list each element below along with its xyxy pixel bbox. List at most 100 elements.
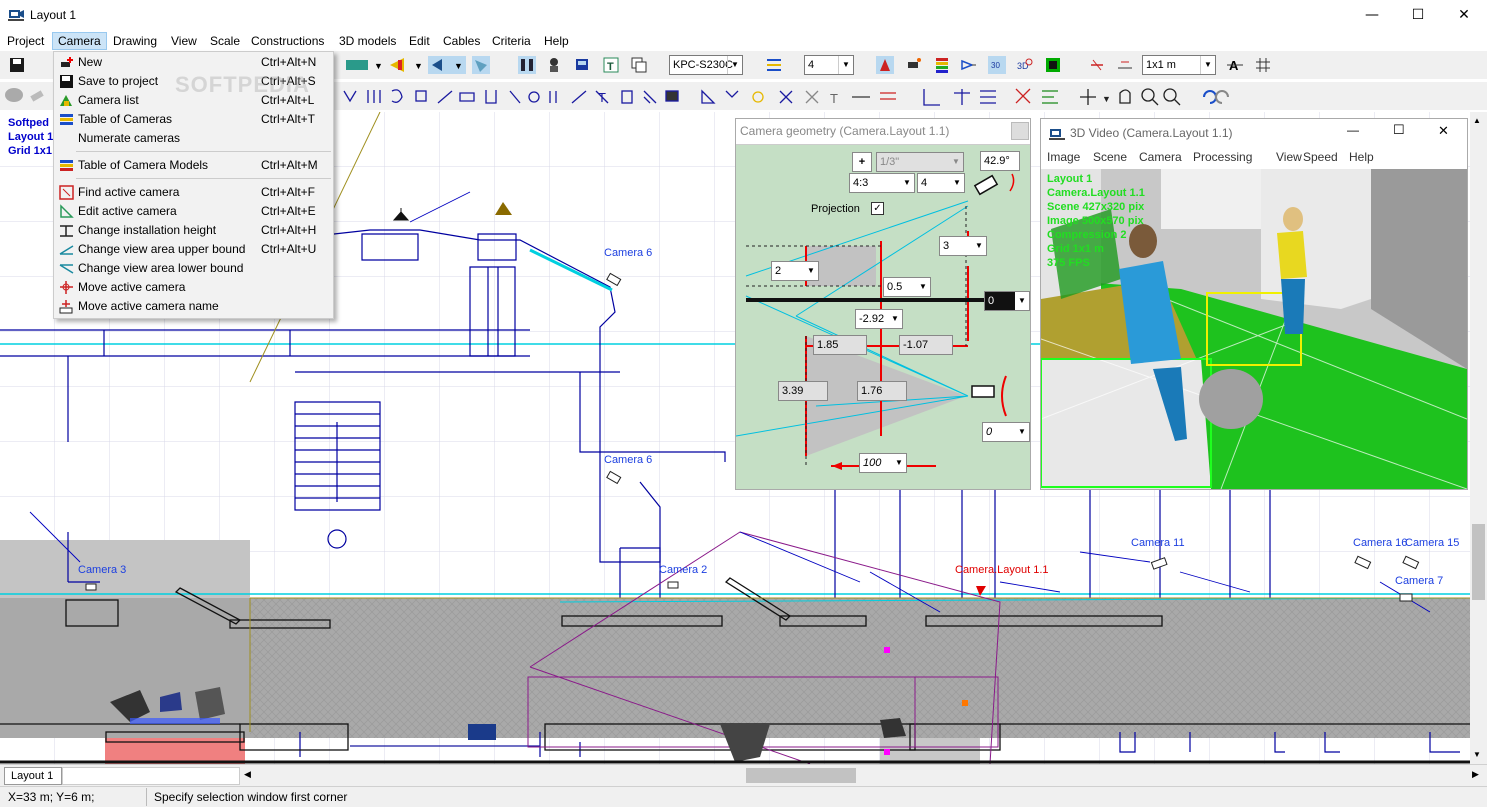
menu-item-change-installation-height[interactable]: Change installation height Ctrl+Alt+H [55, 221, 333, 240]
layer-tool-icon[interactable]: ▼ [344, 56, 384, 74]
menu-view[interactable]: View [166, 33, 202, 51]
distance-176-field[interactable]: 1.76 [857, 381, 907, 401]
menu-drawing[interactable]: Drawing [108, 33, 162, 51]
text-icon[interactable]: T [602, 56, 620, 74]
menu-scale[interactable]: Scale [205, 33, 245, 51]
grid-green-icon[interactable] [1044, 56, 1062, 74]
draw-camera-icon[interactable] [876, 56, 894, 74]
camera-label[interactable]: Camera 6 [604, 247, 652, 259]
menu-3d-models[interactable]: 3D models [334, 33, 401, 51]
dimension-icon[interactable] [1088, 56, 1106, 74]
minimize-button[interactable]: — [1349, 0, 1395, 31]
height-3-select[interactable]: 3 ▼ [939, 236, 987, 256]
maximize-button[interactable]: ☐ [1395, 0, 1441, 31]
menu-criteria[interactable]: Criteria [487, 33, 536, 51]
active-camera-label[interactable]: Camera.Layout 1.1 [955, 564, 1049, 576]
menu-project[interactable]: Project [2, 33, 49, 51]
video-menu-help[interactable]: Help [1349, 150, 1374, 164]
speaker-tool-icon[interactable]: ▼ [428, 56, 466, 74]
close-button[interactable]: ✕ [1441, 0, 1487, 31]
video-menu-speed[interactable]: Speed [1303, 150, 1338, 164]
video-maximize-button[interactable]: ☐ [1393, 122, 1405, 138]
horizontal-scroll-thumb[interactable] [746, 768, 856, 783]
video-menu-view[interactable]: View [1276, 150, 1302, 164]
menu-help[interactable]: Help [539, 33, 574, 51]
view-angle-field[interactable]: 42.9° [980, 151, 1020, 171]
navigation-tools-group[interactable]: ▼ [1078, 85, 1248, 109]
menu-item-edit-active-camera[interactable]: Edit active camera Ctrl+Alt+E [55, 202, 333, 221]
floor-zero-select[interactable]: 0 ▼ [984, 291, 1030, 311]
distance-292-select[interactable]: -2.92 ▼ [855, 309, 903, 329]
tilt-zero-select[interactable]: 0 ▼ [982, 422, 1030, 442]
height-30-icon[interactable]: 30 [988, 56, 1006, 74]
rotate-3d-icon[interactable]: 3D [1016, 56, 1034, 74]
video-minimize-button[interactable]: — [1347, 123, 1359, 137]
tab-layout-1[interactable]: Layout 1 [4, 767, 62, 785]
aspect-ratio-select[interactable]: 4:3 ▼ [849, 173, 915, 193]
camera-model-select[interactable]: KPC-S230C ▼ [669, 55, 743, 75]
person-icon[interactable] [545, 56, 563, 74]
distance-100-select[interactable]: 100 ▼ [859, 453, 907, 473]
list-icon[interactable] [765, 56, 783, 74]
distance-339-field[interactable]: 3.39 [778, 381, 828, 401]
scroll-left-icon[interactable]: ◀ [244, 769, 251, 780]
menu-constructions[interactable]: Constructions [246, 33, 329, 51]
view-cone-icon[interactable] [472, 56, 490, 74]
menu-item-move-active-camera-name[interactable]: Move active camera name [55, 297, 333, 316]
copy-window-icon[interactable] [630, 56, 648, 74]
video-close-button[interactable]: ✕ [1438, 123, 1449, 139]
scroll-down-icon[interactable]: ▼ [1473, 750, 1481, 759]
menu-item-table-of-cameras[interactable]: Table of Cameras Ctrl+Alt+T [55, 110, 333, 129]
menu-item-new[interactable]: New Ctrl+Alt+N [55, 53, 333, 72]
menu-item-view-area-upper-bound[interactable]: Change view area upper bound Ctrl+Alt+U [55, 240, 333, 259]
dimension-line-icon[interactable] [1116, 56, 1134, 74]
stop-icon[interactable] [4, 86, 24, 104]
add-model-button[interactable]: + [852, 152, 872, 172]
eraser-icon[interactable] [28, 87, 46, 105]
projection-checkbox[interactable]: ✓ [871, 202, 884, 215]
camera-label[interactable]: Camera 2 [659, 564, 707, 576]
aspect-number-select[interactable]: 4 ▼ [917, 173, 965, 193]
camera-install-icon[interactable] [905, 56, 923, 74]
distance-107-field[interactable]: -1.07 [899, 335, 953, 355]
menu-camera[interactable]: Camera [52, 32, 107, 50]
menu-item-table-of-camera-models[interactable]: Table of Camera Models Ctrl+Alt+M [55, 156, 333, 175]
menu-item-find-active-camera[interactable]: Find active camera Ctrl+Alt+F [55, 183, 333, 202]
camera-label[interactable]: Camera 11 [1131, 537, 1185, 549]
video-menu-processing[interactable]: Processing [1193, 150, 1252, 164]
vertical-scrollbar[interactable]: ▲ ▼ [1470, 112, 1487, 764]
video-3d-scene[interactable]: Layout 1 Camera.Layout 1.1 Scene 427x320… [1041, 169, 1467, 489]
scroll-up-icon[interactable]: ▲ [1473, 116, 1481, 125]
align-tools-group[interactable] [920, 85, 1070, 109]
distance-185-field[interactable]: 1.85 [813, 335, 867, 355]
projection-icon[interactable] [960, 56, 978, 74]
camera-label[interactable]: Camera 7 [1395, 575, 1443, 587]
grid-size-select[interactable]: 1x1 m ▼ [1142, 55, 1216, 75]
video-menu-image[interactable]: Image [1047, 150, 1080, 164]
camera-label[interactable]: Camera 15 [1405, 537, 1459, 549]
color-tool-icon[interactable]: ▼ [388, 56, 424, 74]
video-menu-scene[interactable]: Scene [1093, 150, 1127, 164]
vertical-scroll-thumb[interactable] [1472, 524, 1485, 600]
height-2-select[interactable]: 2 ▼ [771, 261, 819, 281]
scroll-right-icon[interactable]: ▶ [1472, 769, 1479, 780]
menu-item-numerate-cameras[interactable]: Numerate cameras [55, 129, 333, 148]
color-scale-icon[interactable] [933, 56, 951, 74]
camera-geometry-close-button[interactable] [1011, 122, 1029, 140]
camera-label[interactable]: Camera 3 [78, 564, 126, 576]
camera-label[interactable]: Camera 6 [604, 454, 652, 466]
video-menu-camera[interactable]: Camera [1139, 150, 1182, 164]
menu-edit[interactable]: Edit [404, 33, 435, 51]
menu-cables[interactable]: Cables [438, 33, 485, 51]
text-strike-icon[interactable]: A [1226, 56, 1244, 74]
camera-label[interactable]: Camera 16 [1353, 537, 1407, 549]
menu-item-view-area-lower-bound[interactable]: Change view area lower bound [55, 259, 333, 278]
people-icon[interactable] [518, 56, 536, 74]
grid-icon[interactable] [1254, 56, 1272, 74]
number-select[interactable]: 4 ▼ [804, 55, 854, 75]
offset-05-select[interactable]: 0.5 ▼ [883, 277, 931, 297]
menu-item-move-active-camera[interactable]: Move active camera [55, 278, 333, 297]
sensor-size-select[interactable]: 1/3" ▼ [876, 152, 964, 172]
vehicle-icon[interactable] [573, 56, 591, 74]
save-icon[interactable] [8, 56, 26, 74]
